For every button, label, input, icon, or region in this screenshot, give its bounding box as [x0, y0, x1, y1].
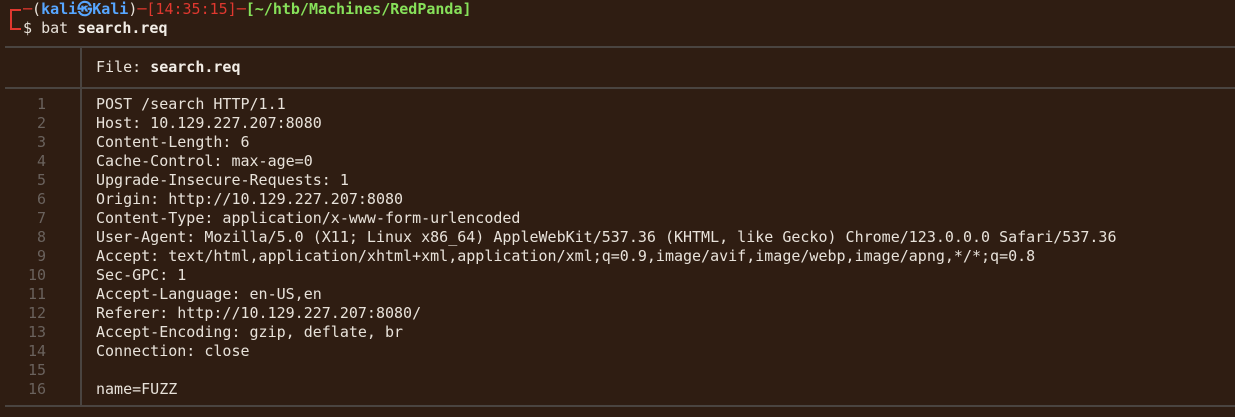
- code-line: 14 Connection: close: [0, 342, 1235, 361]
- prompt-close-paren: ): [128, 0, 138, 18]
- code-line: 16 name=FUZZ: [0, 380, 1235, 399]
- code-line: 2 Host: 10.129.227.207:8080: [0, 114, 1235, 133]
- line-number: 3: [36, 133, 46, 151]
- code-line: 5 Upgrade-Insecure-Requests: 1: [0, 171, 1235, 190]
- line-text: Referer: http://10.129.227.207:8080/: [96, 304, 422, 322]
- line-number: 10: [27, 266, 46, 284]
- code-line: 13 Accept-Encoding: gzip, deflate, br: [0, 323, 1235, 342]
- prompt-user: kali: [41, 0, 78, 18]
- line-number: 15: [27, 361, 46, 379]
- code-line: 9 Accept: text/html,application/xhtml+xml…: [0, 247, 1235, 266]
- line-text: Accept: text/html,application/xhtml+xml,…: [96, 247, 1036, 265]
- prompt-time: [14:35:15]: [146, 0, 237, 18]
- line-number: 1: [36, 95, 46, 113]
- line-text: Cache-Control: max-age=0: [96, 152, 313, 170]
- code-line: 3 Content-Length: 6: [0, 133, 1235, 152]
- line-number: 12: [27, 304, 46, 322]
- line-number: 14: [27, 342, 46, 360]
- code-line: 15: [0, 361, 1235, 380]
- code-line: 4 Cache-Control: max-age=0: [0, 152, 1235, 171]
- code-line: 1 POST /search HTTP/1.1: [0, 95, 1235, 114]
- file-header: File: search.req: [96, 57, 241, 77]
- bat-top-rule: [5, 46, 1235, 48]
- code-line: 8 User-Agent: Mozilla/5.0 (X11; Linux x86…: [0, 228, 1235, 247]
- line-number: 2: [36, 114, 46, 132]
- line-text: Upgrade-Insecure-Requests: 1: [96, 171, 349, 189]
- line-number: 5: [36, 171, 46, 189]
- line-text: Origin: http://10.129.227.207:8080: [96, 190, 404, 208]
- file-header-label: File:: [96, 58, 142, 76]
- skull-icon: ㉿: [77, 0, 93, 18]
- command-line[interactable]: $ bat search.req: [0, 19, 168, 38]
- line-number: 7: [36, 209, 46, 227]
- bat-header-rule: [5, 87, 1235, 89]
- prompt-connector: ─: [236, 0, 246, 18]
- prompt-path: [~/htb/Machines/RedPanda]: [245, 0, 472, 18]
- code-line: 7 Content-Type: application/x-www-form-ur…: [0, 209, 1235, 228]
- code-line: 6 Origin: http://10.129.227.207:8080: [0, 190, 1235, 209]
- prompt-dash: ─: [23, 0, 33, 18]
- line-text: POST /search HTTP/1.1: [96, 95, 286, 113]
- file-header-name: search.req: [150, 58, 241, 76]
- line-number: 4: [36, 152, 46, 170]
- prompt-open-paren: (: [32, 0, 42, 18]
- line-number: 8: [36, 228, 46, 246]
- prompt-host: Kali: [92, 0, 129, 18]
- line-text: User-Agent: Mozilla/5.0 (X11; Linux x86_…: [96, 228, 1117, 246]
- line-number: 13: [27, 323, 46, 341]
- line-number: 11: [27, 285, 46, 303]
- line-text: Sec-GPC: 1: [96, 266, 187, 284]
- bat-bottom-rule: [5, 405, 1235, 407]
- code-line: 10 Sec-GPC: 1: [0, 266, 1235, 285]
- prompt-status-line: ─(kali㉿Kali)─[14:35:15]─[~/htb/Machines/…: [0, 0, 472, 19]
- line-text: Content-Type: application/x-www-form-url…: [96, 209, 521, 227]
- line-text: Content-Length: 6: [96, 133, 250, 151]
- line-text: name=FUZZ: [96, 380, 178, 398]
- command-argument: search.req: [77, 19, 168, 37]
- line-number: 16: [27, 380, 46, 398]
- command-name: bat: [41, 19, 69, 37]
- line-text: Accept-Encoding: gzip, deflate, br: [96, 323, 404, 341]
- bat-header-gutter-line: [80, 47, 82, 88]
- line-text: Host: 10.129.227.207:8080: [96, 114, 322, 132]
- line-number: 9: [36, 247, 46, 265]
- line-number: 6: [36, 190, 46, 208]
- line-text: Accept-Language: en-US,en: [96, 285, 322, 303]
- line-text: Connection: close: [96, 342, 250, 360]
- file-content[interactable]: 1 POST /search HTTP/1.1 2 Host: 10.129.227.…: [0, 95, 1235, 399]
- code-line: 11 Accept-Language: en-US,en: [0, 285, 1235, 304]
- code-line: 12 Referer: http://10.129.227.207:8080/: [0, 304, 1235, 323]
- prompt-dollar: $: [23, 19, 33, 37]
